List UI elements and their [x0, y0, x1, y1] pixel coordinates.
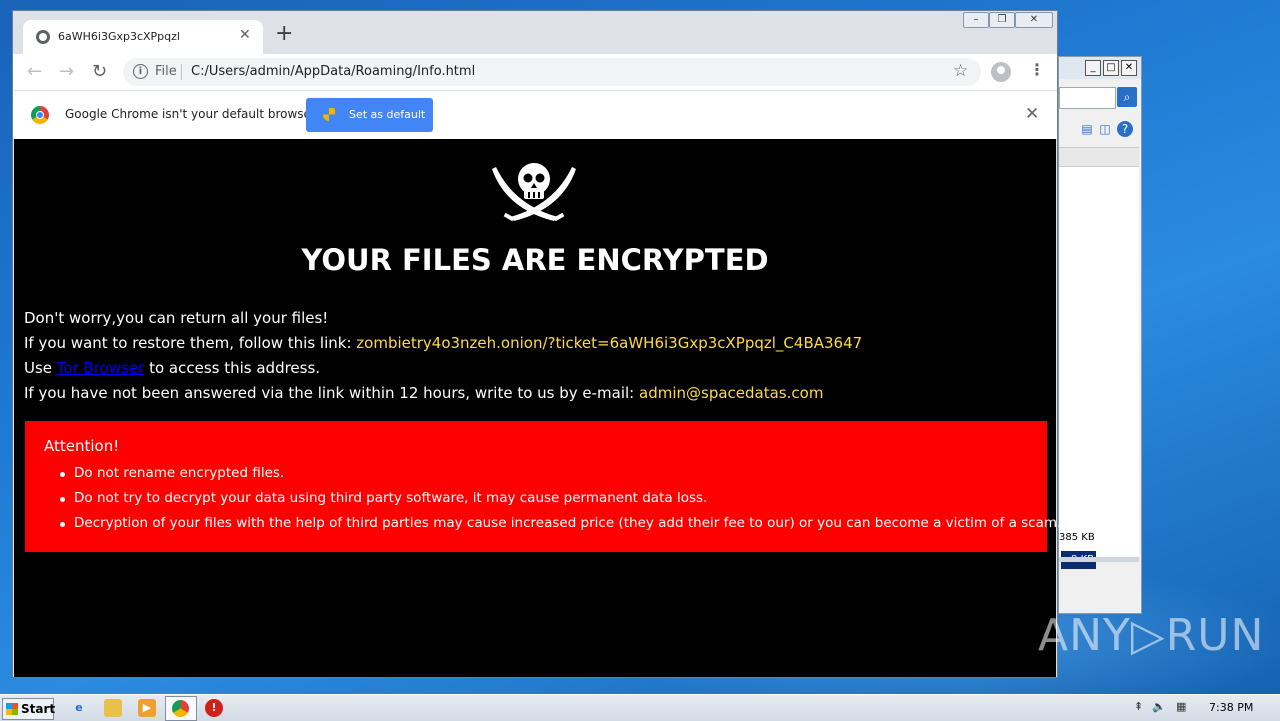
onion-link[interactable]: zombietry4o3nzeh.onion/?ticket=6aWH6i3Gx…: [356, 334, 862, 352]
chrome-taskbar-button[interactable]: [165, 696, 197, 721]
network-icon[interactable]: ▦: [1176, 700, 1186, 713]
pane-icon[interactable]: ◫: [1097, 121, 1113, 137]
message-line-2-prefix: If you want to restore them, follow this…: [24, 334, 357, 352]
file-list[interactable]: 385 KB 8 KB: [1059, 167, 1139, 569]
new-tab-button[interactable]: +: [275, 23, 293, 45]
system-tray: ⇞ 🔈 ▦: [1128, 695, 1280, 721]
attention-item: Do not rename encrypted files.: [59, 465, 285, 481]
globe-icon: [36, 30, 50, 44]
anyrun-watermark: ANY▷RUN: [1038, 610, 1265, 661]
default-browser-infobar: Google Chrome isn't your default browser…: [13, 90, 1057, 140]
search-icon[interactable]: ⌕: [1117, 87, 1137, 107]
browser-tab[interactable]: 6aWH6i3Gxp3cXPpqzl ✕: [23, 20, 263, 54]
stop-icon[interactable]: !: [205, 699, 223, 717]
page-headline: YOUR FILES ARE ENCRYPTED: [301, 243, 769, 277]
attention-box: Attention! Do not rename encrypted files…: [25, 421, 1061, 552]
file-explorer-icon[interactable]: [104, 699, 122, 717]
volume-icon[interactable]: 🔈: [1152, 700, 1166, 713]
divider: [181, 64, 182, 80]
address-bar[interactable]: i File C:/Users/admin/AppData/Roaming/In…: [123, 58, 981, 86]
chrome-logo-icon: [31, 106, 49, 124]
clock[interactable]: 7:38 PM: [1209, 701, 1253, 714]
shield-icon: [323, 108, 335, 121]
ransom-page: YOUR FILES ARE ENCRYPTED Don't worry,you…: [14, 139, 1061, 677]
attention-item: Do not try to decrypt your data using th…: [59, 490, 708, 506]
profile-avatar-icon[interactable]: [991, 62, 1011, 82]
attention-title: Attention!: [44, 437, 120, 455]
message-line-1: Don't worry,you can return all your file…: [24, 309, 329, 327]
chrome-window: 6aWH6i3Gxp3cXPpqzl ✕ + – ❐ ✕ ← → ↻ i Fil…: [12, 10, 1061, 678]
url-text[interactable]: C:/Users/admin/AppData/Roaming/Info.html: [191, 64, 475, 79]
message-line-4: If you have not been answered via the li…: [24, 384, 823, 402]
taskbar: Start e ▶ ! ⇞ 🔈 ▦ 7:38 PM: [0, 694, 1280, 721]
maximize-icon[interactable]: □: [1103, 60, 1119, 76]
skull-crossed-swords-icon: [492, 163, 576, 222]
restore-button[interactable]: ❐: [989, 12, 1015, 28]
attention-item: Decryption of your files with the help o…: [59, 515, 1062, 531]
infobar-text: Google Chrome isn't your default browser: [65, 107, 316, 121]
message-line-3-prefix: Use: [24, 359, 57, 377]
message-line-3: Use Tor Browser to access this address.: [24, 359, 320, 377]
bookmark-star-icon[interactable]: ☆: [953, 61, 968, 81]
browser-toolbar: ← → ↻ i File C:/Users/admin/AppData/Roam…: [13, 54, 1057, 90]
windows-logo-icon: [6, 703, 18, 715]
start-button[interactable]: Start: [2, 698, 56, 720]
reload-icon[interactable]: ↻: [92, 60, 107, 84]
background-window-titlebar[interactable]: _ □ ✕: [1059, 57, 1141, 79]
search-input[interactable]: [1059, 87, 1116, 109]
back-icon[interactable]: ←: [27, 60, 42, 84]
column-header[interactable]: [1059, 147, 1139, 167]
show-hidden-icons-icon[interactable]: ⇞: [1134, 700, 1143, 713]
tor-browser-link[interactable]: Tor Browser: [57, 359, 145, 377]
close-window-button[interactable]: ✕: [1015, 12, 1053, 28]
view-icon[interactable]: ▤: [1079, 121, 1095, 137]
message-line-2: If you want to restore them, follow this…: [24, 334, 862, 352]
start-label: Start: [21, 702, 56, 716]
media-player-icon[interactable]: ▶: [138, 699, 156, 717]
contact-email[interactable]: admin@spacedatas.com: [639, 384, 823, 402]
minimize-icon[interactable]: _: [1085, 60, 1101, 76]
chrome-icon: [172, 700, 189, 717]
close-icon[interactable]: ✕: [1121, 60, 1137, 76]
file-label: File: [155, 64, 177, 79]
set-as-default-button[interactable]: Set as default: [306, 98, 433, 132]
info-icon[interactable]: i: [133, 64, 148, 79]
infobar-close-icon[interactable]: ✕: [1025, 104, 1039, 124]
background-explorer-window[interactable]: _ □ ✕ ⌕ ▤ ◫ ? 385 KB 8 KB: [1058, 56, 1142, 614]
tab-strip: 6aWH6i3Gxp3cXPpqzl ✕ + – ❐ ✕: [13, 11, 1057, 54]
minimize-button[interactable]: –: [963, 12, 989, 28]
tab-title: 6aWH6i3Gxp3cXPpqzl: [58, 30, 180, 43]
set-as-default-label: Set as default: [349, 108, 426, 121]
internet-explorer-icon[interactable]: e: [70, 699, 88, 717]
forward-icon[interactable]: →: [59, 60, 74, 84]
message-line-3-suffix: to access this address.: [144, 359, 321, 377]
file-size: 385 KB: [1059, 532, 1095, 543]
tab-close-icon[interactable]: ✕: [239, 27, 251, 43]
help-icon[interactable]: ?: [1117, 121, 1133, 137]
menu-icon[interactable]: ⋮: [1029, 60, 1045, 79]
scrollbar[interactable]: [1059, 557, 1139, 562]
message-line-4-prefix: If you have not been answered via the li…: [24, 384, 640, 402]
